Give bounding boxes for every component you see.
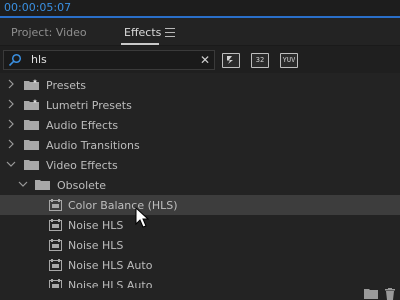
tree-item-lumetri-presets[interactable]: Lumetri Presets: [0, 95, 400, 115]
effect-icon: [49, 239, 62, 251]
folder-icon: [35, 180, 50, 190]
effect-item-color-balance-hls[interactable]: Color Balance (HLS): [0, 195, 400, 215]
folder-icon: [24, 140, 39, 150]
chevron-down-icon[interactable]: [6, 159, 16, 169]
tab-project[interactable]: Project: Video: [11, 26, 87, 39]
effect-icon: [49, 199, 62, 211]
32-bit-filter-button[interactable]: 32: [251, 53, 269, 68]
tree-item-label: Lumetri Presets: [46, 99, 132, 112]
tree-item-label: Obsolete: [57, 179, 107, 192]
hamburger-menu-icon[interactable]: [165, 28, 175, 37]
tree-item-label: Video Effects: [46, 159, 118, 172]
close-icon[interactable]: ✕: [200, 53, 210, 67]
search-icon: [8, 53, 22, 67]
effect-label: Noise HLS Auto: [68, 259, 153, 272]
effect-icon: [49, 219, 62, 231]
tree-item-audio-transitions[interactable]: Audio Transitions: [0, 135, 400, 155]
effect-item-noise-hls-auto[interactable]: Noise HLS Auto: [0, 255, 400, 275]
effect-icon: [49, 279, 62, 288]
effect-label: Noise HLS Auto: [68, 279, 153, 288]
chevron-right-icon[interactable]: [6, 99, 16, 109]
panel-tab-bar: Project: Video Effects: [0, 18, 400, 46]
trash-icon[interactable]: [384, 288, 396, 300]
effect-label: Noise HLS: [68, 219, 124, 232]
effects-search-bar: hls ✕ 32 YUV: [0, 46, 400, 73]
chevron-down-icon[interactable]: [18, 179, 28, 189]
new-bin-icon[interactable]: [364, 288, 378, 299]
panel-footer: [0, 288, 400, 300]
folder-icon: [24, 160, 39, 170]
effect-icon: [49, 259, 62, 271]
mouse-cursor-icon: [135, 207, 150, 228]
chevron-right-icon[interactable]: [6, 139, 16, 149]
tree-item-audio-effects[interactable]: Audio Effects: [0, 115, 400, 135]
chevron-right-icon[interactable]: [6, 79, 16, 89]
tree-item-label: Audio Transitions: [46, 139, 140, 152]
playhead-timecode[interactable]: 00:00:05:07: [4, 1, 71, 14]
preset-folder-icon: [24, 99, 39, 110]
accelerated-effects-filter-button[interactable]: [222, 53, 240, 68]
tree-item-obsolete[interactable]: Obsolete: [0, 175, 400, 195]
timeline-header: 00:00:05:07: [0, 0, 400, 18]
yuv-filter-button[interactable]: YUV: [280, 53, 298, 68]
search-input[interactable]: hls ✕: [3, 50, 215, 70]
effect-item-noise-hls[interactable]: Noise HLS: [0, 235, 400, 255]
effect-item-noise-hls-auto[interactable]: Noise HLS Auto: [0, 275, 400, 288]
tree-item-label: Presets: [46, 79, 87, 92]
accelerated-icon: [227, 56, 233, 64]
search-value: hls: [31, 53, 47, 66]
tree-item-video-effects[interactable]: Video Effects: [0, 155, 400, 175]
folder-icon: [24, 120, 39, 130]
tab-effects[interactable]: Effects: [124, 26, 161, 39]
effect-label: Noise HLS: [68, 239, 124, 252]
tree-item-presets[interactable]: Presets: [0, 75, 400, 95]
active-tab-indicator: [121, 43, 159, 45]
effect-item-noise-hls[interactable]: Noise HLS: [0, 215, 400, 235]
tree-item-label: Audio Effects: [46, 119, 119, 132]
chevron-right-icon[interactable]: [6, 119, 16, 129]
effect-label: Color Balance (HLS): [68, 199, 178, 212]
preset-folder-icon: [24, 79, 39, 90]
